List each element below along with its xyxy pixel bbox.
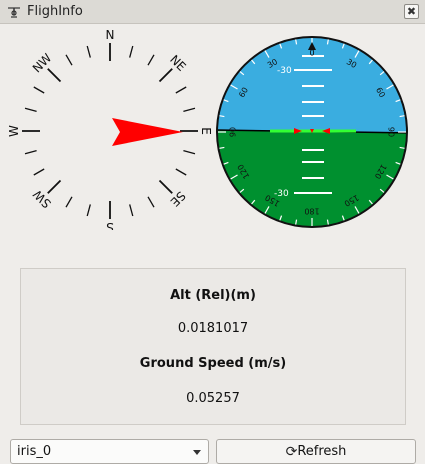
roll-tick [326,39,329,45]
refresh-icon: ⟳ [285,443,298,460]
compass-tick [65,196,73,208]
compass-tick [33,86,45,94]
roll-tick [399,115,405,118]
roll-label: 90 [387,127,396,137]
close-button[interactable]: ✖ [404,4,419,19]
compass-tick [129,204,134,217]
refresh-button-label: Refresh [297,444,347,459]
chevron-down-icon [193,450,201,455]
speed-label: Ground Speed (m/s) [139,356,287,371]
title-bar: FlighInfo ✖ [0,0,425,24]
compass-tick [158,68,173,83]
compass-tick [175,168,187,176]
roll-tick [399,146,405,149]
compass-widget: NNEESESSWWNW [7,30,212,230]
compass-label-w: W [7,125,21,137]
compass-label-e: E [199,127,212,135]
roll-tick [295,219,298,225]
window-title: FlighInfo [27,4,83,19]
vehicle-select[interactable]: iris_0 [10,439,209,464]
compass-heading-needle [112,118,183,146]
drone-icon [8,7,20,18]
compass-tick [147,196,155,208]
roll-label: 180 [304,207,319,216]
alt-label: Alt (Rel)(m) [170,288,256,303]
compass-tick [158,179,173,194]
compass-tick [183,107,196,112]
vehicle-select-value: iris_0 [17,444,52,459]
compass-tick [33,168,45,176]
compass-tick [47,179,62,194]
pitch-label-upper: -30 [277,66,292,76]
compass-tick [47,68,62,83]
refresh-button[interactable]: ⟳Refresh [216,439,416,464]
compass-label-s: S [106,220,114,230]
compass-tick [24,150,37,155]
alt-value: 0.0181017 [177,321,249,336]
attitude-indicator: -30 -30 0303060609090120120150150180 [216,36,408,228]
roll-tick [295,39,298,45]
compass-tick [86,204,91,217]
compass-tick [129,45,134,58]
compass-tick [183,150,196,155]
roll-tick [219,115,225,118]
compass-tick [86,45,91,58]
compass-tick [147,54,155,66]
compass-label-n: N [106,30,115,42]
compass-tick [24,107,37,112]
compass-tick [65,54,73,66]
flight-info-panel: Alt (Rel)(m) 0.0181017 Ground Speed (m/s… [20,268,406,425]
roll-tick [326,219,329,225]
speed-value: 0.05257 [186,391,240,406]
compass-tick [175,86,187,94]
roll-label: 90 [229,127,238,137]
roll-tick [219,146,225,149]
